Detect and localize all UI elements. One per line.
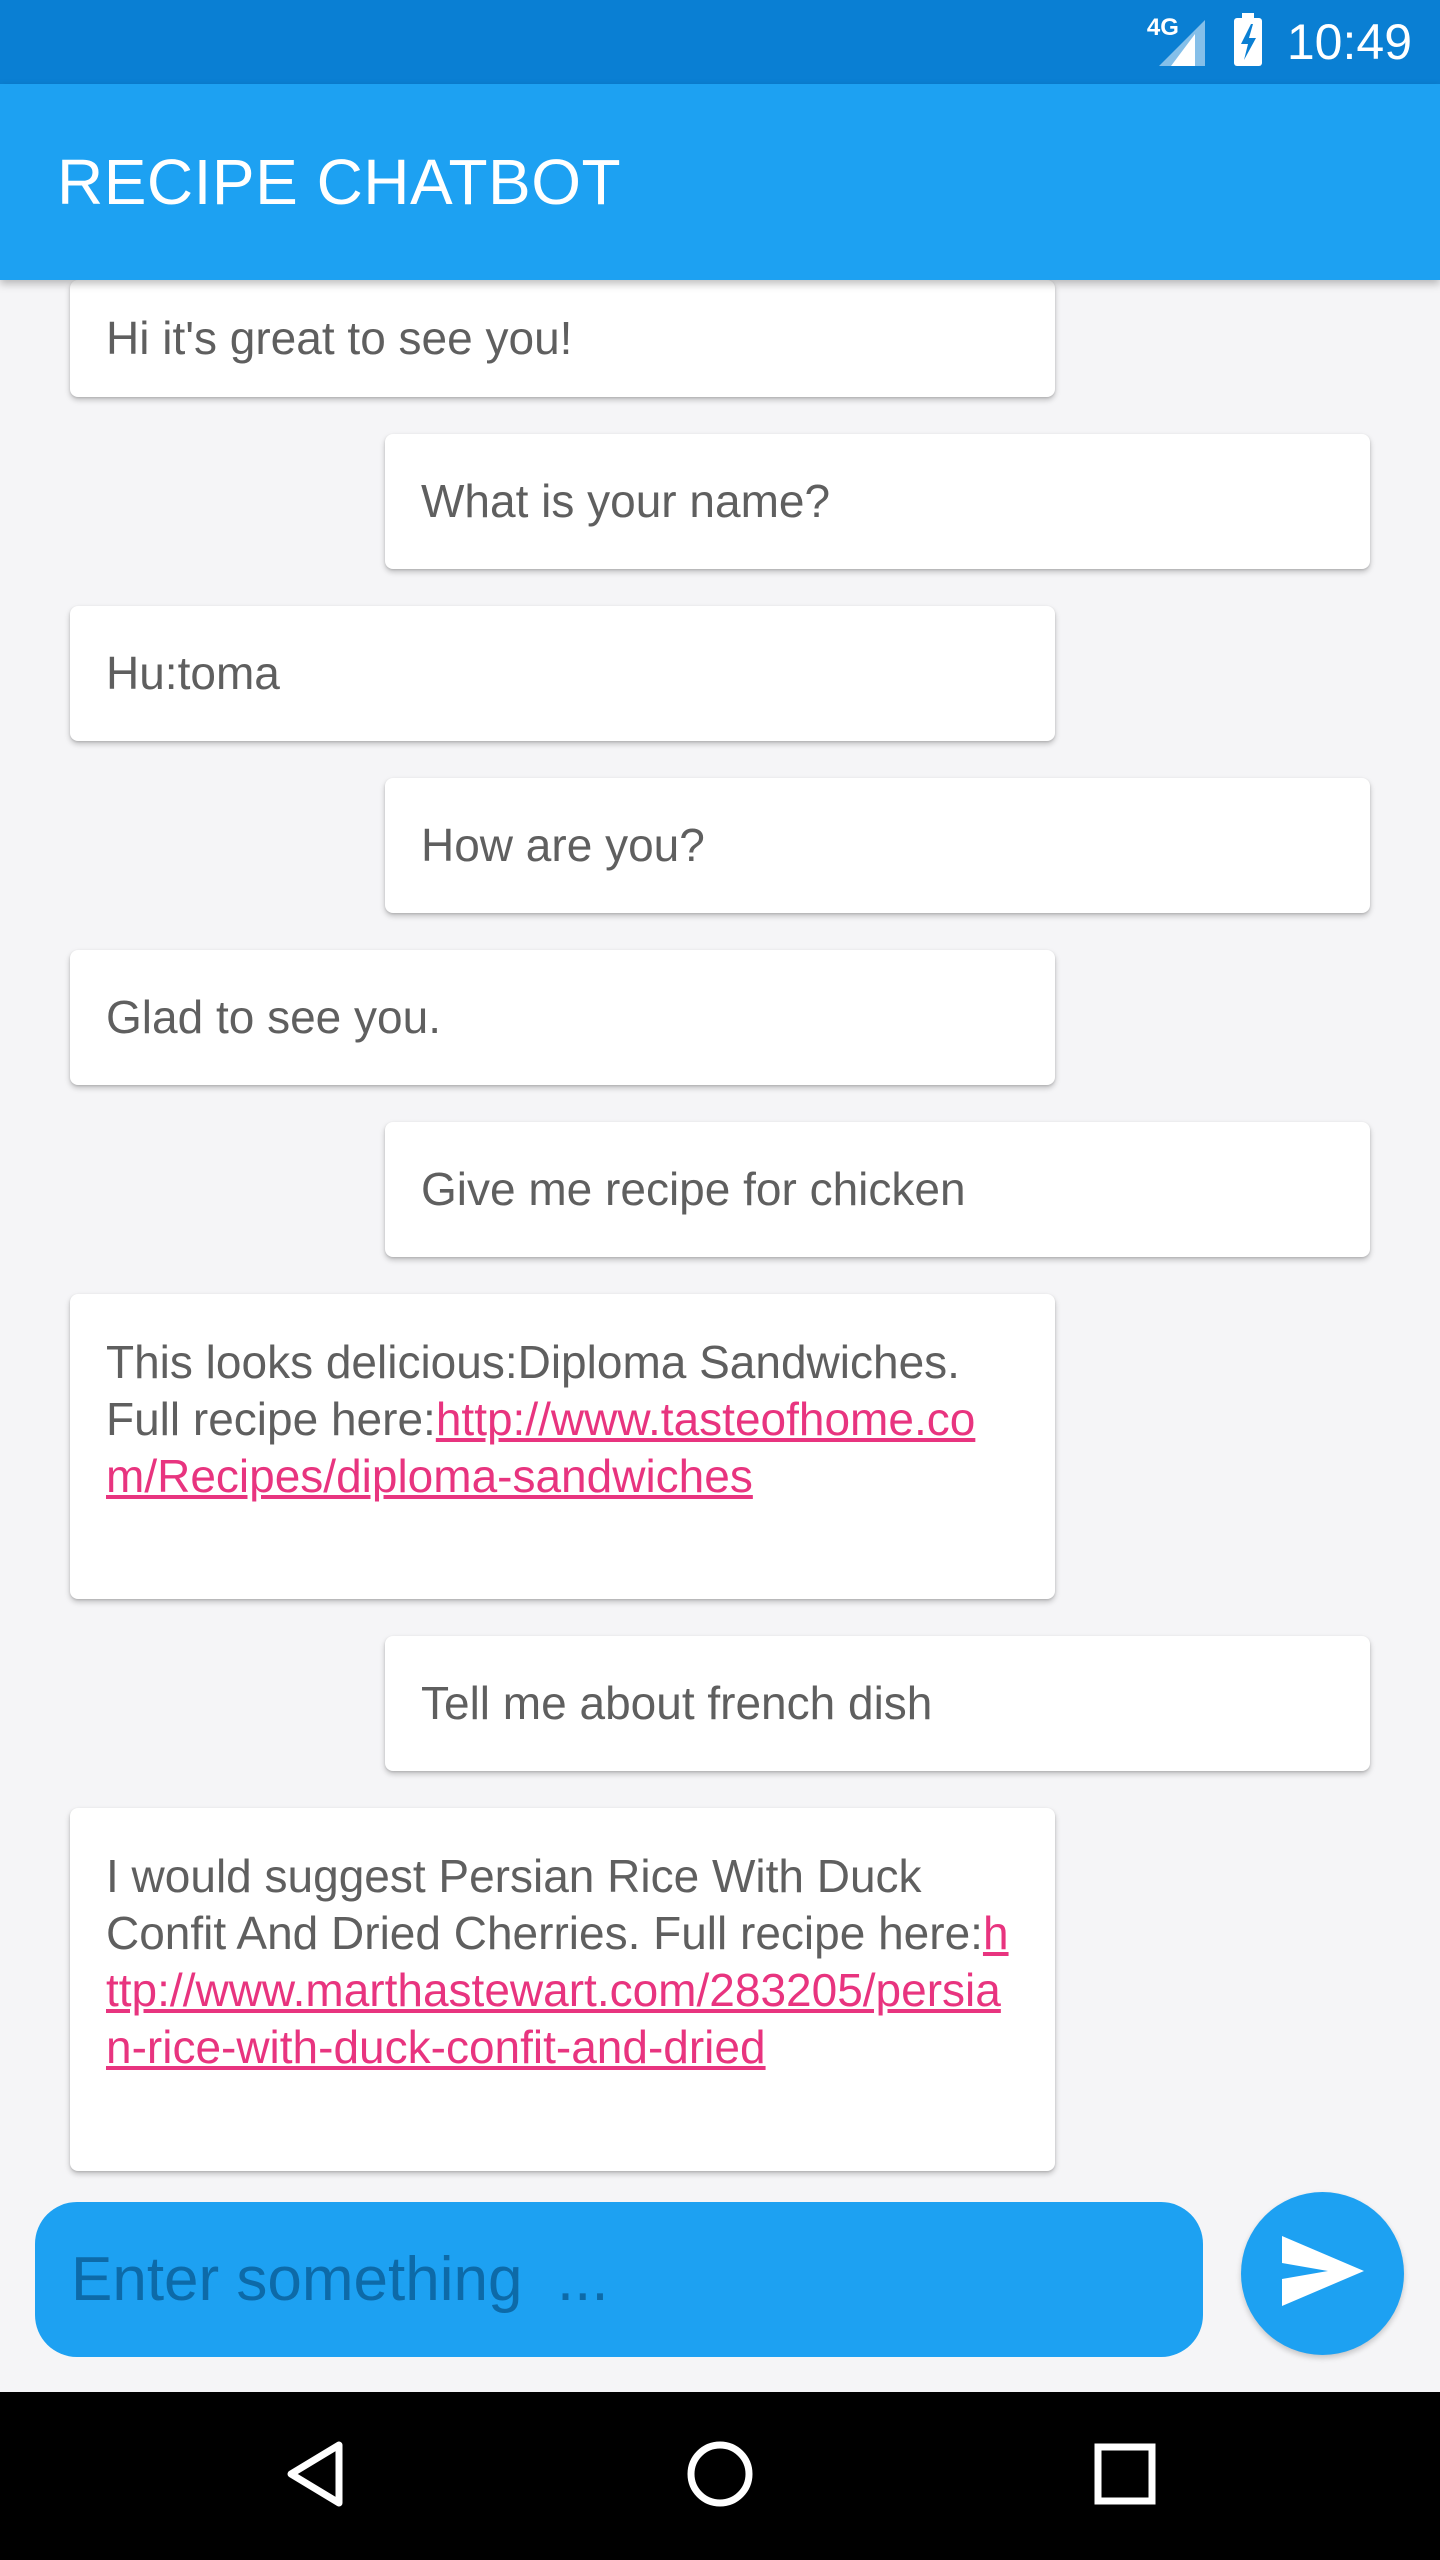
user-message: How are you? [385,778,1370,913]
bot-message: Hi it's great to see you! [70,280,1055,397]
signal-icon: 4G [1147,14,1209,70]
back-icon [283,2439,347,2514]
message-text: This looks delicious:Diploma Sandwiches.… [106,1334,1019,1505]
message-text: I would suggest Persian Rice With Duck C… [106,1848,1019,2076]
message-text: Hu:toma [106,647,280,699]
message-text: Give me recipe for chicken [421,1163,966,1215]
message-text: How are you? [421,819,705,871]
send-icon [1278,2232,1368,2315]
user-message: Give me recipe for chicken [385,1122,1370,1257]
navigation-bar [0,2392,1440,2560]
chat-list[interactable]: Hi it's great to see you! What is your n… [0,280,1440,2190]
message-text: Tell me about french dish [421,1677,933,1729]
bot-message: I would suggest Persian Rice With Duck C… [70,1808,1055,2171]
back-button[interactable] [215,2392,415,2560]
clock: 10:49 [1286,14,1412,70]
battery-charging-icon [1231,12,1265,73]
message-text: Hi it's great to see you! [106,312,573,364]
recents-icon [1093,2442,1157,2511]
network-type: 4G [1146,14,1179,41]
message-input[interactable] [35,2202,1203,2357]
home-icon [685,2439,755,2514]
app-bar: RECIPE CHATBOT [0,84,1440,280]
home-button[interactable] [620,2392,820,2560]
bot-message: This looks delicious:Diploma Sandwiches.… [70,1294,1055,1599]
user-message: What is your name? [385,434,1370,569]
bot-message: Hu:toma [70,606,1055,741]
send-button[interactable] [1241,2192,1404,2355]
status-bar: 4G 10:49 [0,0,1440,84]
bot-message: Glad to see you. [70,950,1055,1085]
user-message: Tell me about french dish [385,1636,1370,1771]
message-text: Glad to see you. [106,991,441,1043]
composer [0,2190,1440,2390]
status-icons: 4G 10:49 [1147,0,1412,84]
message-body: I would suggest Persian Rice With Duck C… [106,1850,983,1959]
app-title: RECIPE CHATBOT [57,146,622,218]
message-text: What is your name? [421,475,831,527]
recents-button[interactable] [1025,2392,1225,2560]
